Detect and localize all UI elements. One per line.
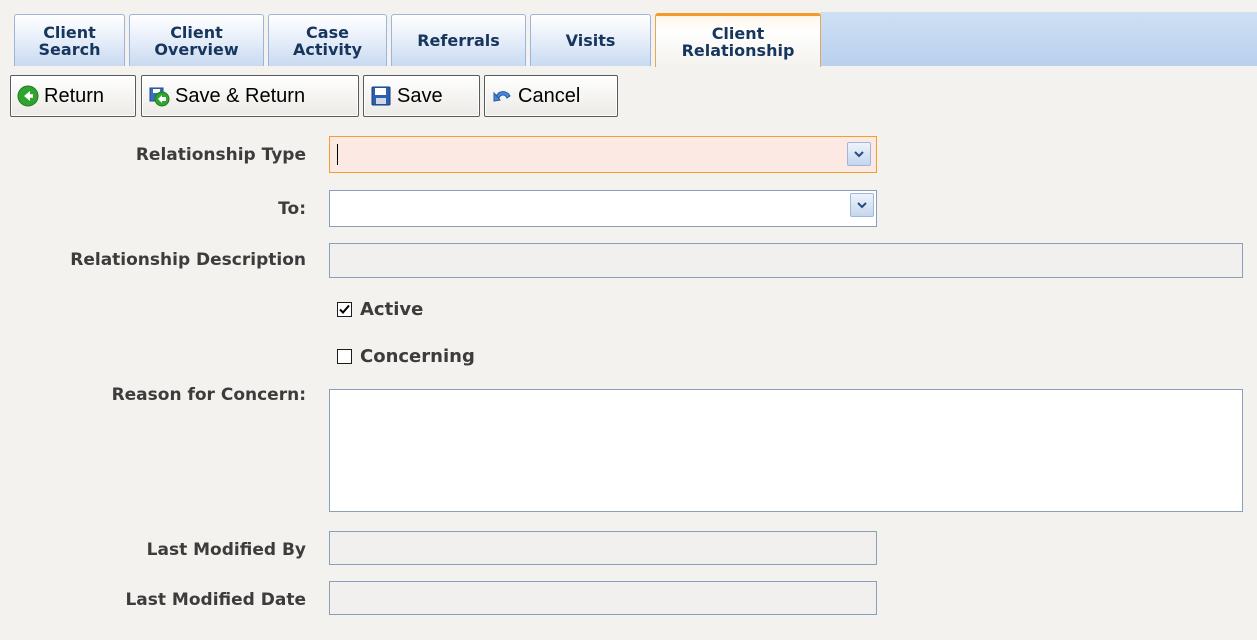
relationship-type-dropdown-button[interactable] [847, 142, 871, 166]
relationship-description-field[interactable] [329, 243, 1243, 278]
return-button-label: Return [44, 84, 105, 107]
active-label: Active [360, 299, 424, 320]
text-cursor [337, 144, 338, 165]
tab-client-overview[interactable]: Client Overview [129, 14, 264, 66]
reason-for-concern-textarea[interactable] [329, 389, 1243, 512]
last-modified-date-field [329, 581, 877, 615]
checkmark-icon [339, 304, 350, 314]
to-select[interactable] [329, 190, 877, 227]
relationship-type-select[interactable] [329, 136, 877, 173]
return-button[interactable]: Return [10, 75, 136, 117]
tab-bar: Client Search Client Overview Case Activ… [0, 0, 1257, 67]
to-dropdown-button[interactable] [850, 193, 874, 217]
undo-arrow-icon [493, 91, 511, 102]
save-and-return-icon [149, 87, 170, 107]
reason-for-concern-label: Reason for Concern: [111, 385, 306, 405]
floppy-disk-icon [371, 86, 391, 106]
active-checkbox-row[interactable]: Active [337, 299, 423, 320]
cancel-button-label: Cancel [518, 84, 581, 107]
cancel-button[interactable]: Cancel [484, 75, 618, 117]
active-checkbox[interactable] [337, 302, 352, 317]
chevron-down-icon [857, 201, 867, 208]
chevron-down-icon [854, 150, 864, 157]
last-modified-date-label: Last Modified Date [125, 590, 306, 610]
tab-referrals[interactable]: Referrals [391, 14, 526, 66]
tab-case-activity[interactable]: Case Activity [268, 14, 387, 66]
concerning-label: Concerning [360, 346, 475, 367]
concerning-checkbox[interactable] [337, 349, 352, 364]
to-label: To: [278, 199, 306, 219]
arrow-left-circle-icon [17, 85, 39, 107]
last-modified-by-field [329, 531, 877, 565]
concerning-checkbox-row[interactable]: Concerning [337, 346, 475, 367]
last-modified-by-label: Last Modified By [146, 540, 306, 560]
save-and-return-button[interactable]: Save & Return [141, 75, 359, 117]
tab-strip-background [820, 12, 1257, 66]
relationship-type-label: Relationship Type [135, 145, 306, 165]
tab-client-search[interactable]: Client Search [14, 14, 125, 66]
relationship-description-label: Relationship Description [70, 250, 306, 270]
save-button-label: Save [397, 84, 443, 107]
tab-visits[interactable]: Visits [530, 14, 651, 66]
save-button[interactable]: Save [363, 75, 480, 117]
tab-client-relationship[interactable]: Client Relationship [655, 13, 821, 67]
save-and-return-button-label: Save & Return [175, 84, 306, 107]
